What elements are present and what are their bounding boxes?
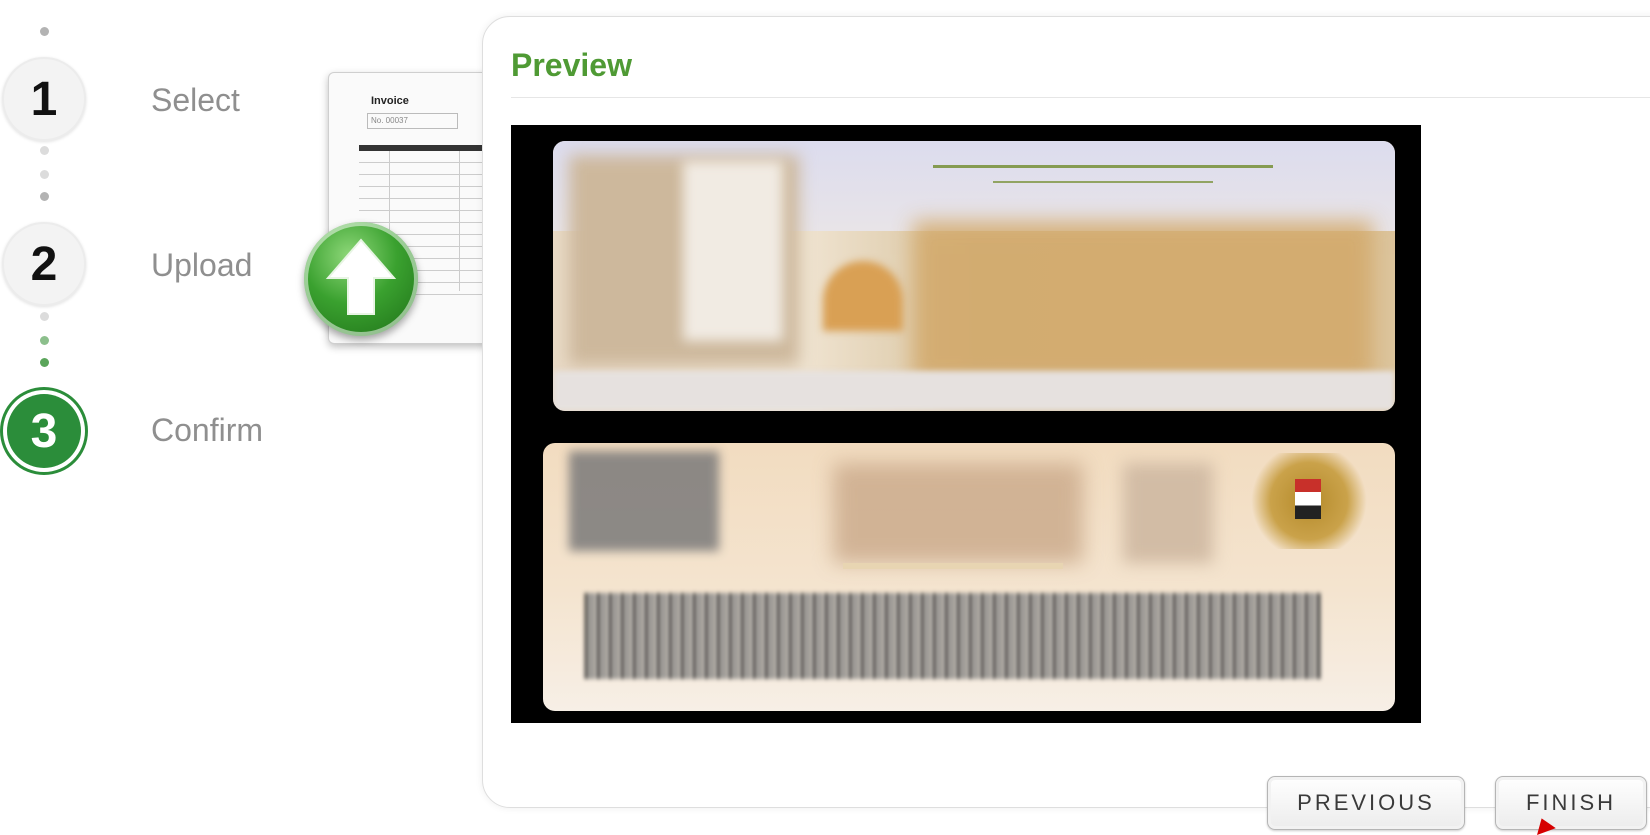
invoice-number: No. 00037 <box>367 113 458 129</box>
preview-title: Preview <box>511 47 632 83</box>
upload-arrow-icon <box>304 222 418 336</box>
id-card-front <box>553 141 1395 411</box>
step-2-number: 2 <box>30 237 58 291</box>
invoice-title: Invoice <box>371 95 409 107</box>
progress-dot <box>40 358 49 367</box>
step-3-label: Confirm <box>151 412 264 448</box>
id-card-preview-image <box>511 125 1421 723</box>
id-card-back <box>543 443 1395 711</box>
previous-button[interactable]: PREVIOUS <box>1267 776 1465 830</box>
divider <box>511 97 1650 98</box>
barcode <box>585 593 1321 679</box>
progress-dot <box>40 27 49 36</box>
progress-dot <box>40 312 49 321</box>
step-2-label: Upload <box>151 247 253 283</box>
progress-dot <box>40 336 49 345</box>
step-3-number: 3 <box>30 404 58 458</box>
finish-button[interactable]: FINISH <box>1495 776 1647 830</box>
step-1-label: Select <box>151 82 240 118</box>
progress-dot <box>40 146 49 155</box>
step-2-badge: 2 <box>2 222 86 306</box>
step-3-badge: 3 <box>7 394 81 468</box>
progress-dot <box>40 192 49 201</box>
step-1-number: 1 <box>30 72 58 126</box>
progress-dot <box>40 170 49 179</box>
preview-panel: Preview <box>482 16 1650 808</box>
step-1-badge: 1 <box>2 57 86 141</box>
